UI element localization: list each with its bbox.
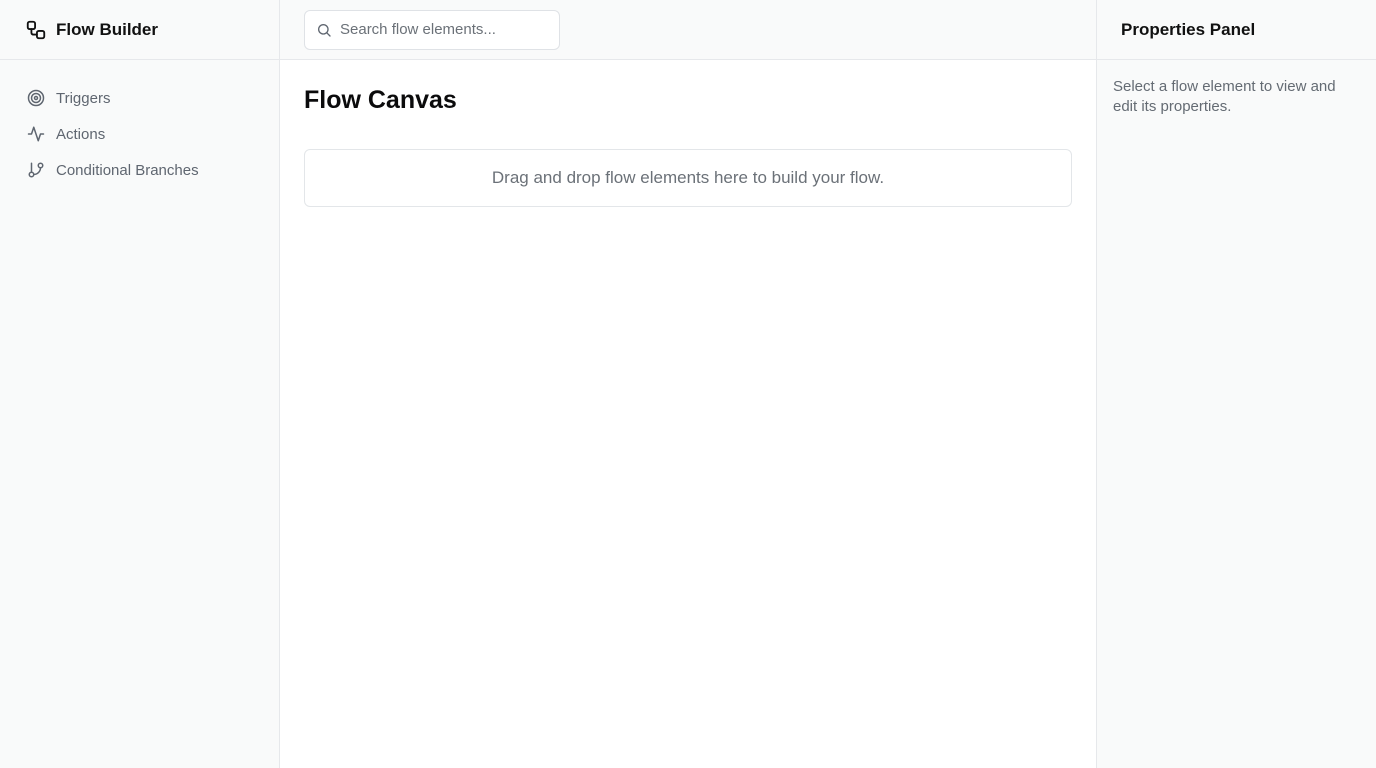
sidebar-item-label: Actions (56, 125, 106, 143)
app-title: Flow Builder (56, 19, 158, 39)
search-box[interactable] (304, 9, 560, 50)
brand[interactable]: Flow Builder (0, 0, 279, 60)
search-icon (316, 22, 332, 38)
properties-hint: Select a flow element to view and edit i… (1113, 78, 1336, 115)
flow-dropzone[interactable]: Drag and drop flow elements here to buil… (304, 149, 1072, 207)
sidebar: Flow Builder Triggers Actions Conditiona… (0, 0, 280, 768)
sidebar-item-actions[interactable]: Actions (0, 116, 279, 152)
app-root: Flow Builder Triggers Actions Conditiona… (0, 0, 1376, 768)
properties-panel: Properties Panel Select a flow element t… (1096, 0, 1376, 768)
properties-title: Properties Panel (1121, 19, 1256, 39)
sidebar-item-conditional-branches[interactable]: Conditional Branches (0, 152, 279, 188)
sidebar-item-label: Conditional Branches (56, 161, 199, 179)
sidebar-item-triggers[interactable]: Triggers (0, 80, 279, 116)
git-branch-icon (27, 161, 45, 179)
dropzone-text: Drag and drop flow elements here to buil… (491, 168, 885, 187)
sidebar-nav: Triggers Actions Conditional Branches (0, 60, 279, 188)
top-bar (280, 0, 1096, 60)
flow-canvas: Flow Canvas Drag and drop flow elements … (280, 60, 1096, 233)
main-area: Flow Canvas Drag and drop flow elements … (280, 0, 1096, 768)
page-title: Flow Canvas (304, 86, 457, 114)
properties-body: Select a flow element to view and edit i… (1097, 60, 1376, 134)
search-input[interactable] (340, 21, 540, 38)
sidebar-item-label: Triggers (56, 89, 111, 107)
workflow-icon (25, 19, 47, 41)
properties-header: Properties Panel (1097, 0, 1376, 60)
activity-icon (27, 125, 45, 143)
target-icon (27, 89, 45, 107)
